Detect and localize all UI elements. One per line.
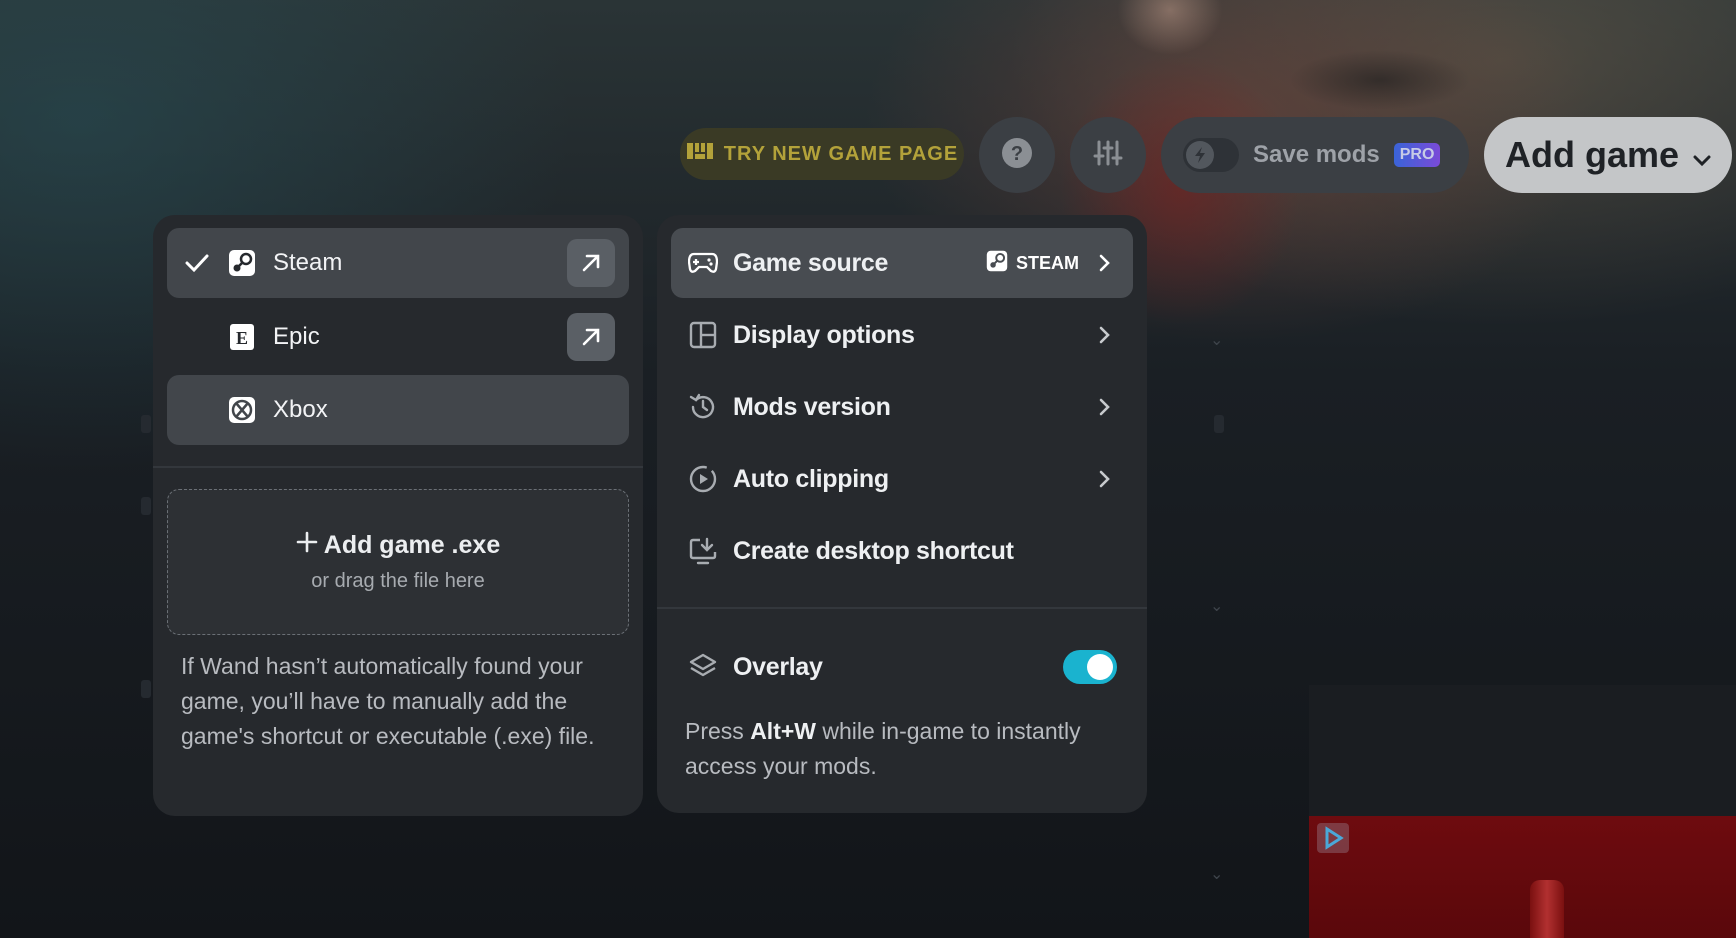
arrow-up-right-icon bbox=[582, 328, 600, 346]
platform-item-xbox[interactable]: Xbox bbox=[167, 375, 629, 445]
platform-label: Steam bbox=[273, 249, 343, 276]
add-game-button[interactable]: Add game bbox=[1484, 117, 1732, 193]
game-settings-panel: Game source STEAM Display options Mods v… bbox=[657, 215, 1147, 813]
save-mods-toggle[interactable] bbox=[1183, 138, 1239, 172]
ad-banner[interactable] bbox=[1309, 816, 1736, 938]
sliders-icon bbox=[1093, 138, 1123, 173]
overlay-hotkey: Alt+W bbox=[750, 718, 816, 744]
dropzone-title: Add game .exe bbox=[323, 531, 501, 559]
menu-item-game-source[interactable]: Game source STEAM bbox=[671, 228, 1133, 298]
help-button[interactable]: ? bbox=[979, 117, 1055, 193]
question-mark-icon: ? bbox=[1000, 136, 1034, 175]
lightning-icon bbox=[1186, 141, 1214, 169]
menu-item-label: Mods version bbox=[733, 392, 891, 421]
chevron-down-icon bbox=[1693, 134, 1711, 176]
xbox-icon bbox=[227, 395, 257, 425]
overlay-label: Overlay bbox=[733, 652, 823, 681]
divider bbox=[153, 466, 643, 468]
svg-text:E: E bbox=[236, 328, 248, 348]
arrow-up-right-icon bbox=[582, 254, 600, 272]
open-external-button[interactable] bbox=[567, 239, 615, 287]
pin-icon bbox=[141, 415, 151, 433]
chevron-right-icon bbox=[1093, 470, 1115, 488]
overlay-description: Press Alt+W while in-game to instantly a… bbox=[685, 718, 1081, 779]
menu-item-label: Create desktop shortcut bbox=[733, 536, 1014, 565]
desktop-shortcut-icon bbox=[687, 535, 719, 567]
svg-text:?: ? bbox=[1011, 143, 1023, 165]
divider bbox=[657, 607, 1147, 609]
pin-icon bbox=[141, 497, 151, 515]
pin-icon bbox=[141, 680, 151, 698]
try-new-game-page-button[interactable]: TRY NEW GAME PAGE bbox=[680, 128, 964, 180]
checkmark-icon bbox=[167, 253, 227, 273]
collapse-chevron-icon: ⌄ bbox=[1210, 866, 1224, 883]
gamepad-icon bbox=[687, 247, 719, 279]
game-platforms-panel: Steam E Epic Xbox Add game .exe or drag … bbox=[153, 215, 643, 816]
open-external-button[interactable] bbox=[567, 313, 615, 361]
try-new-game-page-label: TRY NEW GAME PAGE bbox=[723, 142, 959, 165]
epic-icon: E bbox=[227, 322, 257, 352]
steam-icon bbox=[227, 248, 257, 278]
platform-label: Epic bbox=[273, 323, 320, 350]
play-circle-icon bbox=[687, 463, 719, 495]
add-game-exe-dropzone[interactable]: Add game .exe or drag the file here bbox=[167, 489, 629, 635]
pin-icon bbox=[1214, 415, 1224, 433]
menu-item-label: Display options bbox=[733, 320, 915, 349]
platform-label: Xbox bbox=[273, 396, 328, 423]
wand-logo-icon bbox=[686, 141, 714, 167]
help-text: If Wand hasn’t automatically found your … bbox=[181, 653, 595, 749]
history-icon bbox=[687, 391, 719, 423]
game-source-value: STEAM bbox=[1016, 252, 1079, 273]
steam-icon bbox=[986, 250, 1008, 277]
chevron-right-icon bbox=[1093, 254, 1115, 272]
menu-item-mods-version[interactable]: Mods version bbox=[671, 372, 1133, 442]
collapse-chevron-icon: ⌄ bbox=[1210, 598, 1224, 615]
overlay-row: Overlay bbox=[687, 635, 1117, 699]
save-mods-label: Save mods bbox=[1253, 141, 1380, 168]
ad-product-image bbox=[1530, 880, 1564, 938]
ad-choices-icon[interactable] bbox=[1317, 823, 1349, 853]
layout-icon bbox=[687, 319, 719, 351]
menu-item-display-options[interactable]: Display options bbox=[671, 300, 1133, 370]
menu-item-label: Auto clipping bbox=[733, 464, 889, 493]
menu-item-auto-clipping[interactable]: Auto clipping bbox=[671, 444, 1133, 514]
menu-item-label: Game source bbox=[733, 248, 889, 277]
collapse-chevron-icon: ⌄ bbox=[1210, 332, 1224, 349]
save-mods-button[interactable]: Save mods PRO bbox=[1161, 117, 1469, 193]
chevron-right-icon bbox=[1093, 398, 1115, 416]
menu-item-create-desktop-shortcut[interactable]: Create desktop shortcut bbox=[671, 516, 1133, 586]
layers-icon bbox=[687, 651, 719, 683]
platform-item-epic[interactable]: E Epic bbox=[167, 302, 629, 372]
settings-button[interactable] bbox=[1070, 117, 1146, 193]
chevron-right-icon bbox=[1093, 326, 1115, 344]
plus-icon bbox=[296, 531, 318, 560]
pro-badge: PRO bbox=[1393, 143, 1441, 167]
platform-item-steam[interactable]: Steam bbox=[167, 228, 629, 298]
dropzone-subtitle: or drag the file here bbox=[311, 570, 485, 592]
overlay-toggle[interactable] bbox=[1063, 650, 1117, 684]
add-game-label: Add game bbox=[1504, 134, 1680, 175]
